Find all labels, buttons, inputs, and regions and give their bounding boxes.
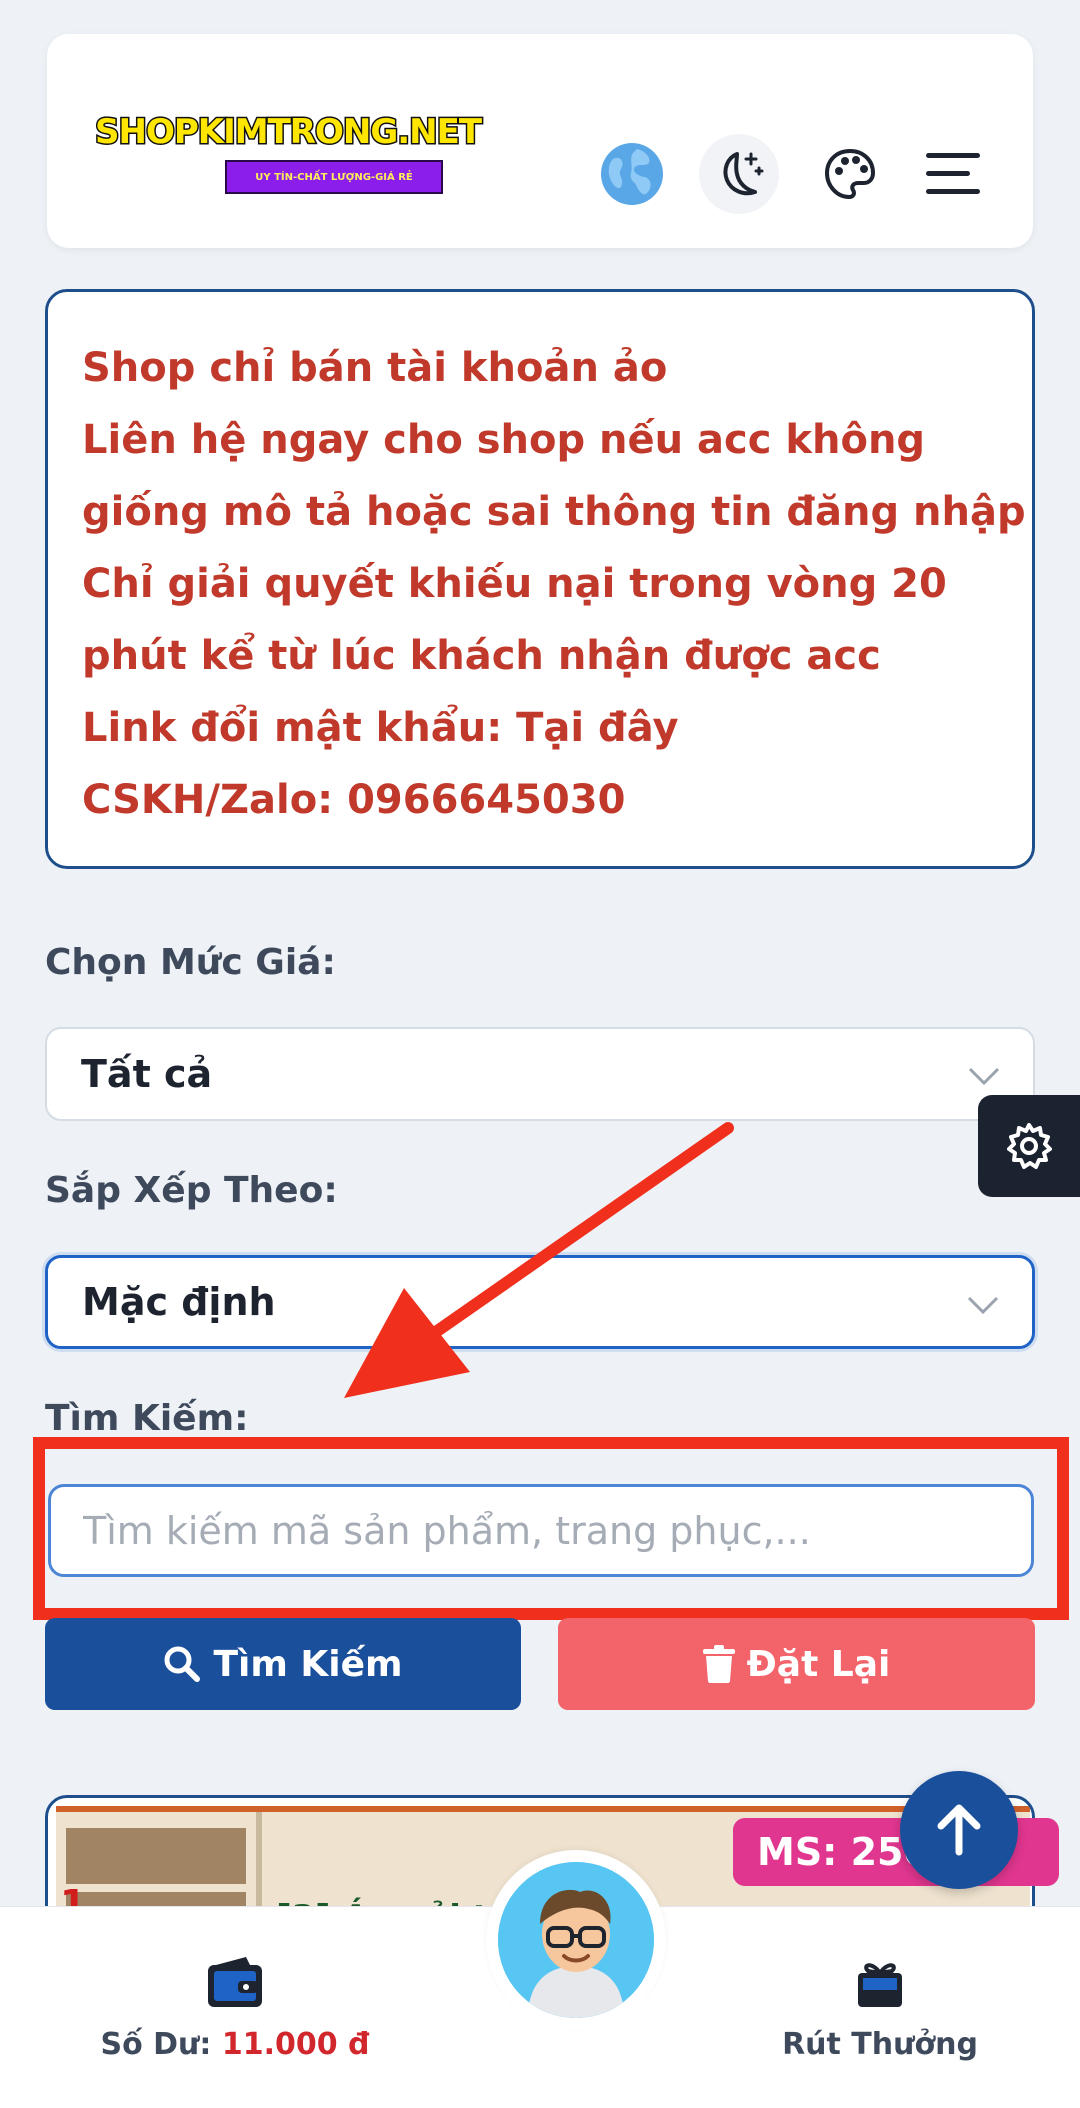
search-button-label: Tìm Kiếm [213, 1643, 403, 1685]
gift-icon [858, 1963, 902, 2007]
arrow-up-icon [937, 1804, 981, 1856]
price-filter-label: Chọn Mức Giá: [45, 942, 336, 983]
palette-icon[interactable] [810, 134, 890, 214]
sort-select-value: Mặc định [82, 1280, 276, 1324]
balance-label: Số Dư: [100, 2027, 212, 2062]
notice-line: Chỉ giải quyết khiếu nại trong vòng 20 [82, 561, 947, 607]
notice-line: giống mô tả hoặc sai thông tin đăng nhập [82, 489, 1026, 535]
avatar-button[interactable] [486, 1850, 666, 2030]
reward-label: Rút Thưởng [782, 2027, 978, 2062]
password-change-link[interactable]: Link đổi mật khẩu: Tại đây [82, 692, 998, 764]
dark-mode-toggle[interactable] [699, 134, 779, 214]
search-field[interactable] [48, 1484, 1034, 1577]
logo-tagline: UY TÍN-CHẤT LƯỢNG-GIÁ RẺ [225, 160, 443, 194]
balance-text: Số Dư: 11.000 đ [100, 2027, 370, 2062]
nav-balance[interactable]: Số Dư: 11.000 đ [100, 1957, 370, 2062]
shop-logo[interactable]: SHOPKIMTRONG.NET UY TÍN-CHẤT LƯỢNG-GIÁ R… [93, 111, 487, 200]
search-label: Tìm Kiếm: [45, 1398, 249, 1439]
reset-button-label: Đặt Lại [746, 1643, 891, 1685]
price-select-value: Tất cả [81, 1052, 213, 1096]
avatar [498, 1862, 654, 2018]
chevron-down-icon [967, 1296, 999, 1315]
price-select[interactable]: Tất cả [45, 1027, 1035, 1121]
reset-button[interactable]: Đặt Lại [558, 1618, 1035, 1710]
globe-icon[interactable] [592, 134, 672, 214]
wallet-icon [208, 1957, 262, 2007]
moon-stars-icon [723, 152, 764, 196]
gear-icon [1007, 1123, 1052, 1169]
support-contact: CSKH/Zalo: 0966645030 [82, 777, 626, 823]
search-input[interactable] [83, 1508, 999, 1553]
search-button[interactable]: Tìm Kiếm [45, 1618, 521, 1710]
search-icon [164, 1646, 201, 1682]
balance-amount: 11.000 đ [221, 2027, 370, 2062]
header-card: SHOPKIMTRONG.NET UY TÍN-CHẤT LƯỢNG-GIÁ R… [47, 34, 1033, 248]
sort-label: Sắp Xếp Theo: [45, 1170, 338, 1211]
menu-icon[interactable] [913, 134, 993, 214]
scroll-top-button[interactable] [900, 1771, 1018, 1889]
logo-text: SHOPKIMTRONG.NET [93, 111, 483, 154]
settings-tab[interactable] [978, 1095, 1080, 1197]
notice-line: Liên hệ ngay cho shop nếu acc không [82, 417, 926, 463]
chevron-down-icon [968, 1067, 1000, 1086]
notice-line: Shop chỉ bán tài khoản ảo [82, 345, 668, 391]
trash-icon [702, 1645, 735, 1683]
notice-box: Shop chỉ bán tài khoản ảo Liên hệ ngay c… [45, 289, 1035, 869]
nav-reward[interactable]: Rút Thưởng [770, 1957, 990, 2062]
annotation-arrow-icon [344, 1122, 734, 1398]
notice-line: phút kể từ lúc khách nhận được acc [82, 633, 881, 679]
